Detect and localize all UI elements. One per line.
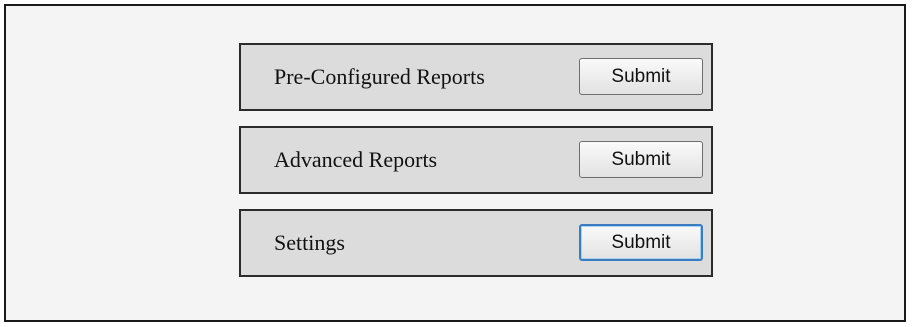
- settings-label: Settings: [274, 230, 345, 255]
- pre-configured-reports-label: Pre-Configured Reports: [274, 64, 485, 89]
- advanced-reports-panel: Advanced Reports Submit: [239, 126, 713, 194]
- report-panel-list: Pre-Configured Reports Submit Advanced R…: [239, 43, 713, 277]
- pre-configured-reports-submit-button[interactable]: Submit: [579, 58, 703, 95]
- main-frame: Pre-Configured Reports Submit Advanced R…: [4, 4, 906, 322]
- advanced-reports-label: Advanced Reports: [274, 147, 438, 172]
- advanced-reports-submit-button[interactable]: Submit: [579, 141, 703, 178]
- settings-panel: Settings Submit: [239, 209, 713, 277]
- settings-submit-button[interactable]: Submit: [579, 224, 703, 261]
- pre-configured-reports-panel: Pre-Configured Reports Submit: [239, 43, 713, 111]
